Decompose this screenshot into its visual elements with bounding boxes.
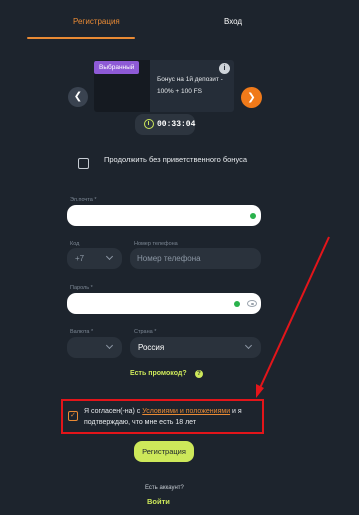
annotation-arrow-head <box>256 384 264 398</box>
annotation-arrow <box>256 236 330 398</box>
annotation-arrow-line <box>259 236 330 389</box>
